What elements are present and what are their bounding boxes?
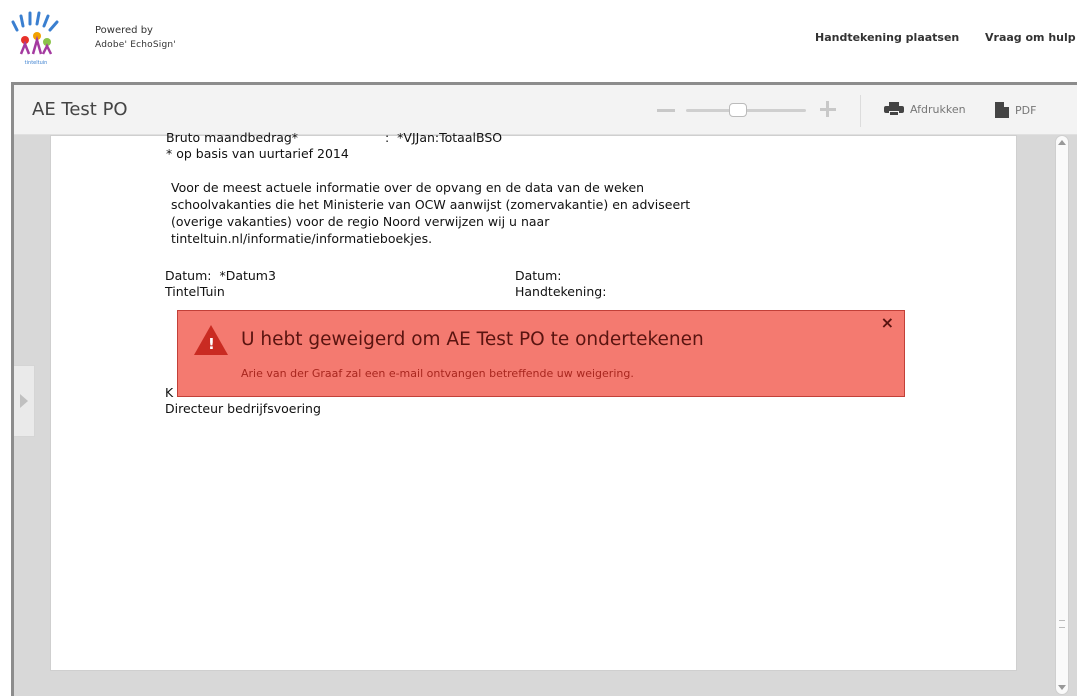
close-icon[interactable]: ×: [881, 313, 894, 332]
sign-link[interactable]: Handtekening plaatsen: [815, 31, 959, 44]
scroll-down-icon[interactable]: [1058, 685, 1066, 690]
powered-by: Powered by Adobe' EchoSign': [95, 24, 176, 52]
left-organisation: TintelTuin: [165, 284, 225, 299]
zoom-out-button[interactable]: [657, 109, 675, 112]
tinteltuin-logo: tinteltuin: [11, 11, 59, 66]
powered-by-line1: Powered by: [95, 25, 153, 36]
right-date: Datum:: [515, 268, 562, 283]
zoom-in-button[interactable]: [820, 101, 836, 117]
alert-message: Arie van der Graaf zal een e-mail ontvan…: [241, 367, 634, 380]
pdf-button[interactable]: PDF: [995, 102, 1036, 118]
top-header: tinteltuin Powered by Adobe' EchoSign' H…: [0, 0, 1077, 82]
left-date: Datum: *Datum3: [165, 268, 276, 283]
chevron-right-icon: [20, 394, 28, 408]
print-label: Afdrukken: [910, 102, 966, 116]
svg-text:tinteltuin: tinteltuin: [25, 60, 48, 66]
zoom-slider-handle[interactable]: [729, 103, 747, 117]
left-signer-name: K: [165, 385, 174, 400]
gross-amount-value: : *VJJan:TotaalBSO: [385, 130, 503, 145]
info-line-3: (overige vakanties) voor de regio Noord …: [171, 214, 550, 229]
sidebar-toggle[interactable]: [14, 365, 35, 437]
toolbar-divider: [860, 95, 861, 127]
document-page: Bruto maandbedrag* : *VJJan:TotaalBSO * …: [50, 130, 1017, 671]
pdf-label: PDF: [1015, 103, 1037, 117]
right-signature-label: Handtekening:: [515, 284, 607, 299]
help-link[interactable]: Vraag om hulp: [985, 31, 1076, 44]
info-line-2: schoolvakanties die het Ministerie van O…: [171, 197, 691, 212]
info-line-1: Voor de meest actuele informatie over de…: [171, 180, 645, 195]
left-signer-role: Directeur bedrijfsvoering: [165, 401, 321, 416]
vertical-scrollbar[interactable]: [1055, 135, 1069, 695]
rate-footnote: * op basis van uurtarief 2014: [166, 146, 349, 161]
gross-amount-label: Bruto maandbedrag*: [166, 130, 299, 145]
document-title: AE Test PO: [32, 99, 128, 120]
info-line-4: tinteltuin.nl/informatie/informatieboekj…: [171, 231, 433, 246]
alert-title: U hebt geweigerd om AE Test PO te ondert…: [241, 329, 704, 350]
printer-icon: [884, 102, 904, 116]
print-button[interactable]: Afdrukken: [884, 102, 966, 116]
powered-by-line2: Adobe' EchoSign': [95, 40, 176, 50]
decline-alert: ! U hebt geweigerd om AE Test PO te onde…: [177, 310, 905, 397]
warning-icon-mark: !: [208, 335, 215, 353]
viewer-toolbar: AE Test PO Afdrukken PDF: [14, 85, 1077, 135]
scroll-grip-icon: [1059, 620, 1065, 628]
pdf-icon: [995, 102, 1009, 118]
scroll-up-icon[interactable]: [1058, 140, 1066, 145]
